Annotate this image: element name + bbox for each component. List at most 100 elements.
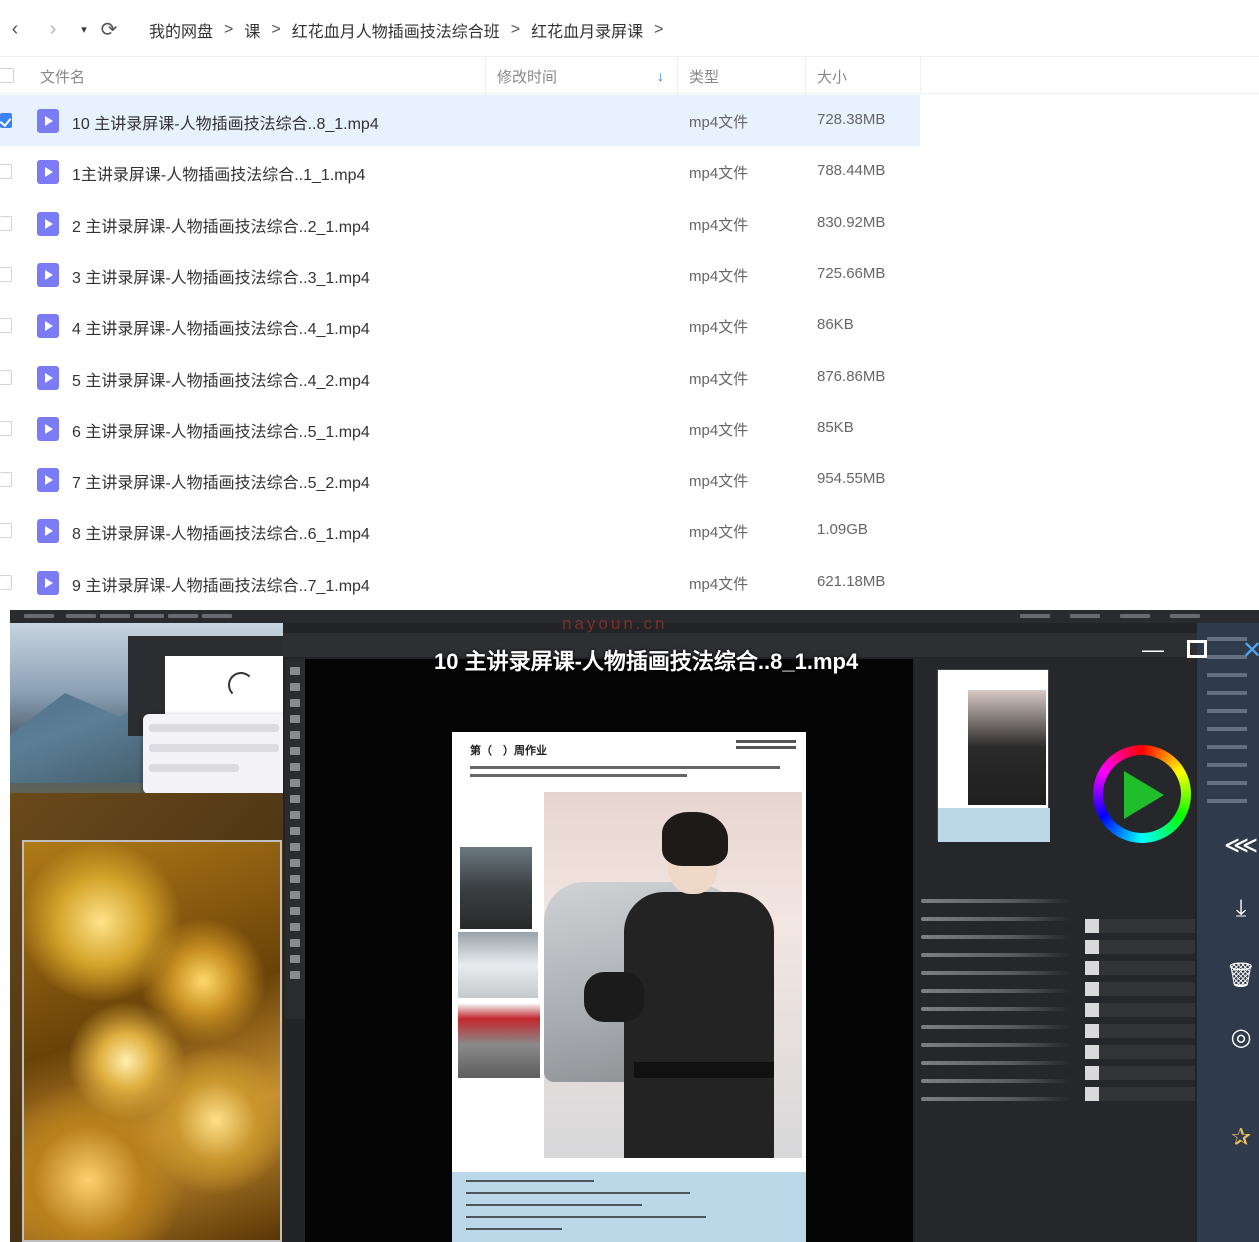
row-checkbox[interactable] bbox=[0, 420, 12, 436]
table-row[interactable]: 5 主讲录屏课-人物插画技法综合..4_2.mp4 mp4文件 876.86MB bbox=[0, 352, 920, 403]
minimize-icon[interactable]: — bbox=[1136, 637, 1170, 663]
file-name[interactable]: 8 主讲录屏课-人物插画技法综合..6_1.mp4 bbox=[72, 520, 370, 544]
file-name[interactable]: 7 主讲录屏课-人物插画技法综合..5_2.mp4 bbox=[72, 469, 370, 493]
doc-heading: 第（ ）周作业 bbox=[470, 745, 547, 757]
row-checkbox[interactable] bbox=[0, 113, 12, 128]
table-row[interactable]: 6 主讲录屏课-人物插画技法综合..5_1.mp4 mp4文件 85KB bbox=[0, 403, 920, 454]
video-file-icon bbox=[37, 416, 59, 441]
file-type: mp4文件 bbox=[689, 524, 749, 542]
video-file-icon bbox=[37, 109, 59, 133]
file-name[interactable]: 3 主讲录屏课-人物插画技法综合..3_1.mp4 bbox=[72, 264, 370, 288]
file-name[interactable]: 10 主讲录屏课-人物插画技法综合..8_1.mp4 bbox=[72, 110, 379, 134]
maximize-icon[interactable] bbox=[1187, 640, 1207, 658]
breadcrumb-separator: > bbox=[271, 21, 281, 38]
file-type: mp4文件 bbox=[689, 473, 749, 491]
file-name[interactable]: 2 主讲录屏课-人物插画技法综合..2_1.mp4 bbox=[72, 213, 370, 237]
color-triangle bbox=[1124, 771, 1164, 819]
breadcrumb-item-course[interactable]: 课 bbox=[244, 18, 260, 42]
column-divider bbox=[920, 57, 921, 95]
row-checkbox[interactable] bbox=[0, 472, 12, 488]
column-header-type[interactable]: 类型 bbox=[689, 57, 719, 95]
file-type: mp4文件 bbox=[689, 575, 749, 593]
download-icon[interactable]: ⤓ bbox=[1224, 892, 1258, 926]
browser-window-thumbnail bbox=[143, 714, 291, 794]
table-row[interactable]: 9 主讲录屏课-人物插画技法综合..7_1.mp4 mp4文件 621.18MB bbox=[0, 557, 920, 608]
table-row[interactable]: 4 主讲录屏课-人物插画技法综合..4_1.mp4 mp4文件 86KB bbox=[0, 300, 920, 351]
settings-icon[interactable]: ◎ bbox=[1224, 1020, 1258, 1054]
file-type: mp4文件 bbox=[689, 421, 749, 439]
breadcrumb: 我的网盘 > 课 > 红花血月人物插画技法综合班 > 红花血月录屏课 > bbox=[149, 18, 674, 42]
delete-icon[interactable]: 🗑 bbox=[1224, 958, 1258, 992]
navigator-thumbnail bbox=[937, 669, 1050, 842]
photoshop-panels bbox=[915, 659, 1195, 1242]
handwritten-notes bbox=[452, 1172, 806, 1242]
file-size: 728.38MB bbox=[817, 111, 886, 128]
file-name[interactable]: 1主讲录屏课-人物插画技法综合..1_1.mp4 bbox=[72, 161, 365, 185]
watermark-text: nayoun.cn bbox=[562, 614, 668, 633]
video-file-icon bbox=[37, 160, 59, 185]
file-name[interactable]: 5 主讲录屏课-人物插画技法综合..4_2.mp4 bbox=[72, 367, 370, 391]
file-type: mp4文件 bbox=[689, 165, 749, 183]
forward-arrow-icon[interactable]: › bbox=[42, 16, 64, 42]
top-navigation-bar: ‹ › ▾ ⟳ 我的网盘 > 课 > 红花血月人物插画技法综合班 > 红花血月录… bbox=[0, 0, 1259, 58]
history-dropdown-icon[interactable]: ▾ bbox=[73, 16, 95, 42]
table-row[interactable]: 10 主讲录屏课-人物插画技法综合..8_1.mp4 mp4文件 728.38MB bbox=[0, 95, 920, 146]
column-divider bbox=[805, 57, 806, 95]
file-size: 1.09GB bbox=[817, 521, 868, 539]
gold-ingots-image bbox=[22, 840, 282, 1242]
row-checkbox[interactable] bbox=[0, 369, 12, 385]
file-type: mp4文件 bbox=[689, 319, 749, 337]
file-size: 86KB bbox=[817, 316, 854, 334]
row-checkbox[interactable] bbox=[0, 318, 12, 334]
file-size: 830.92MB bbox=[817, 213, 886, 231]
file-name[interactable]: 4 主讲录屏课-人物插画技法综合..4_1.mp4 bbox=[72, 315, 370, 339]
row-checkbox[interactable] bbox=[0, 215, 12, 231]
column-header-modified[interactable]: 修改时间 bbox=[497, 57, 557, 95]
video-file-icon bbox=[37, 570, 59, 595]
reference-photo-car bbox=[458, 932, 538, 998]
file-size: 876.86MB bbox=[817, 367, 886, 385]
share-icon[interactable]: ⋘ bbox=[1224, 828, 1258, 862]
column-divider bbox=[677, 57, 678, 95]
file-size: 725.66MB bbox=[817, 264, 886, 282]
table-row[interactable]: 7 主讲录屏课-人物插画技法综合..5_2.mp4 mp4文件 954.55MB bbox=[0, 454, 920, 505]
table-row[interactable]: 1主讲录屏课-人物插画技法综合..1_1.mp4 mp4文件 788.44MB bbox=[0, 146, 920, 197]
table-row[interactable]: 8 主讲录屏课-人物插画技法综合..6_1.mp4 mp4文件 1.09GB bbox=[0, 505, 920, 556]
homework-document: 第（ ）周作业 bbox=[452, 732, 806, 1242]
breadcrumb-item-class[interactable]: 红花血月人物插画技法综合班 bbox=[292, 18, 500, 42]
breadcrumb-item-recordings[interactable]: 红花血月录屏课 bbox=[531, 18, 643, 42]
layers-panel bbox=[1085, 919, 1195, 1169]
row-checkbox[interactable] bbox=[0, 574, 12, 590]
sort-descending-icon[interactable]: ↓ bbox=[657, 57, 664, 95]
breadcrumb-separator: > bbox=[224, 21, 234, 38]
table-row[interactable]: 3 主讲录屏课-人物插画技法综合..3_1.mp4 mp4文件 725.66MB bbox=[0, 249, 920, 300]
file-type: mp4文件 bbox=[689, 370, 749, 388]
breadcrumb-separator: > bbox=[654, 21, 664, 38]
breadcrumb-item-my-drive[interactable]: 我的网盘 bbox=[149, 18, 213, 42]
column-divider bbox=[485, 57, 486, 95]
video-file-icon bbox=[37, 262, 59, 287]
column-header-size[interactable]: 大小 bbox=[817, 57, 847, 95]
reference-photo-suv bbox=[460, 847, 532, 929]
table-header: 文件名 修改时间 ↓ 类型 大小 bbox=[0, 56, 1259, 95]
row-checkbox[interactable] bbox=[0, 523, 12, 539]
file-size: 788.44MB bbox=[817, 162, 886, 180]
pin-icon[interactable]: ✰ bbox=[1224, 1120, 1258, 1154]
column-header-name[interactable]: 文件名 bbox=[40, 57, 85, 95]
select-all-checkbox[interactable] bbox=[0, 68, 14, 83]
sketch-stroke bbox=[228, 672, 254, 698]
file-type: mp4文件 bbox=[689, 114, 749, 131]
photoshop-window: 第（ ）周作业 bbox=[283, 623, 1259, 1242]
file-name[interactable]: 9 主讲录屏课-人物插画技法综合..7_1.mp4 bbox=[72, 572, 370, 596]
file-size: 621.18MB bbox=[817, 572, 886, 590]
table-row[interactable]: 2 主讲录屏课-人物插画技法综合..2_1.mp4 mp4文件 830.92MB bbox=[0, 198, 920, 249]
close-icon[interactable]: ✕ bbox=[1235, 636, 1259, 665]
file-name[interactable]: 6 主讲录屏课-人物插画技法综合..5_1.mp4 bbox=[72, 418, 370, 442]
video-file-icon bbox=[37, 468, 59, 493]
back-arrow-icon[interactable]: ‹ bbox=[4, 16, 26, 42]
row-checkbox[interactable] bbox=[0, 266, 12, 282]
video-preview[interactable]: 第（ ）周作业 nayoun.cn 10 主讲录屏课-人物插画技法综合..8_1… bbox=[10, 610, 1259, 1242]
refresh-icon[interactable]: ⟳ bbox=[98, 16, 120, 42]
row-checkbox[interactable] bbox=[0, 164, 12, 180]
breadcrumb-separator: > bbox=[510, 21, 521, 38]
